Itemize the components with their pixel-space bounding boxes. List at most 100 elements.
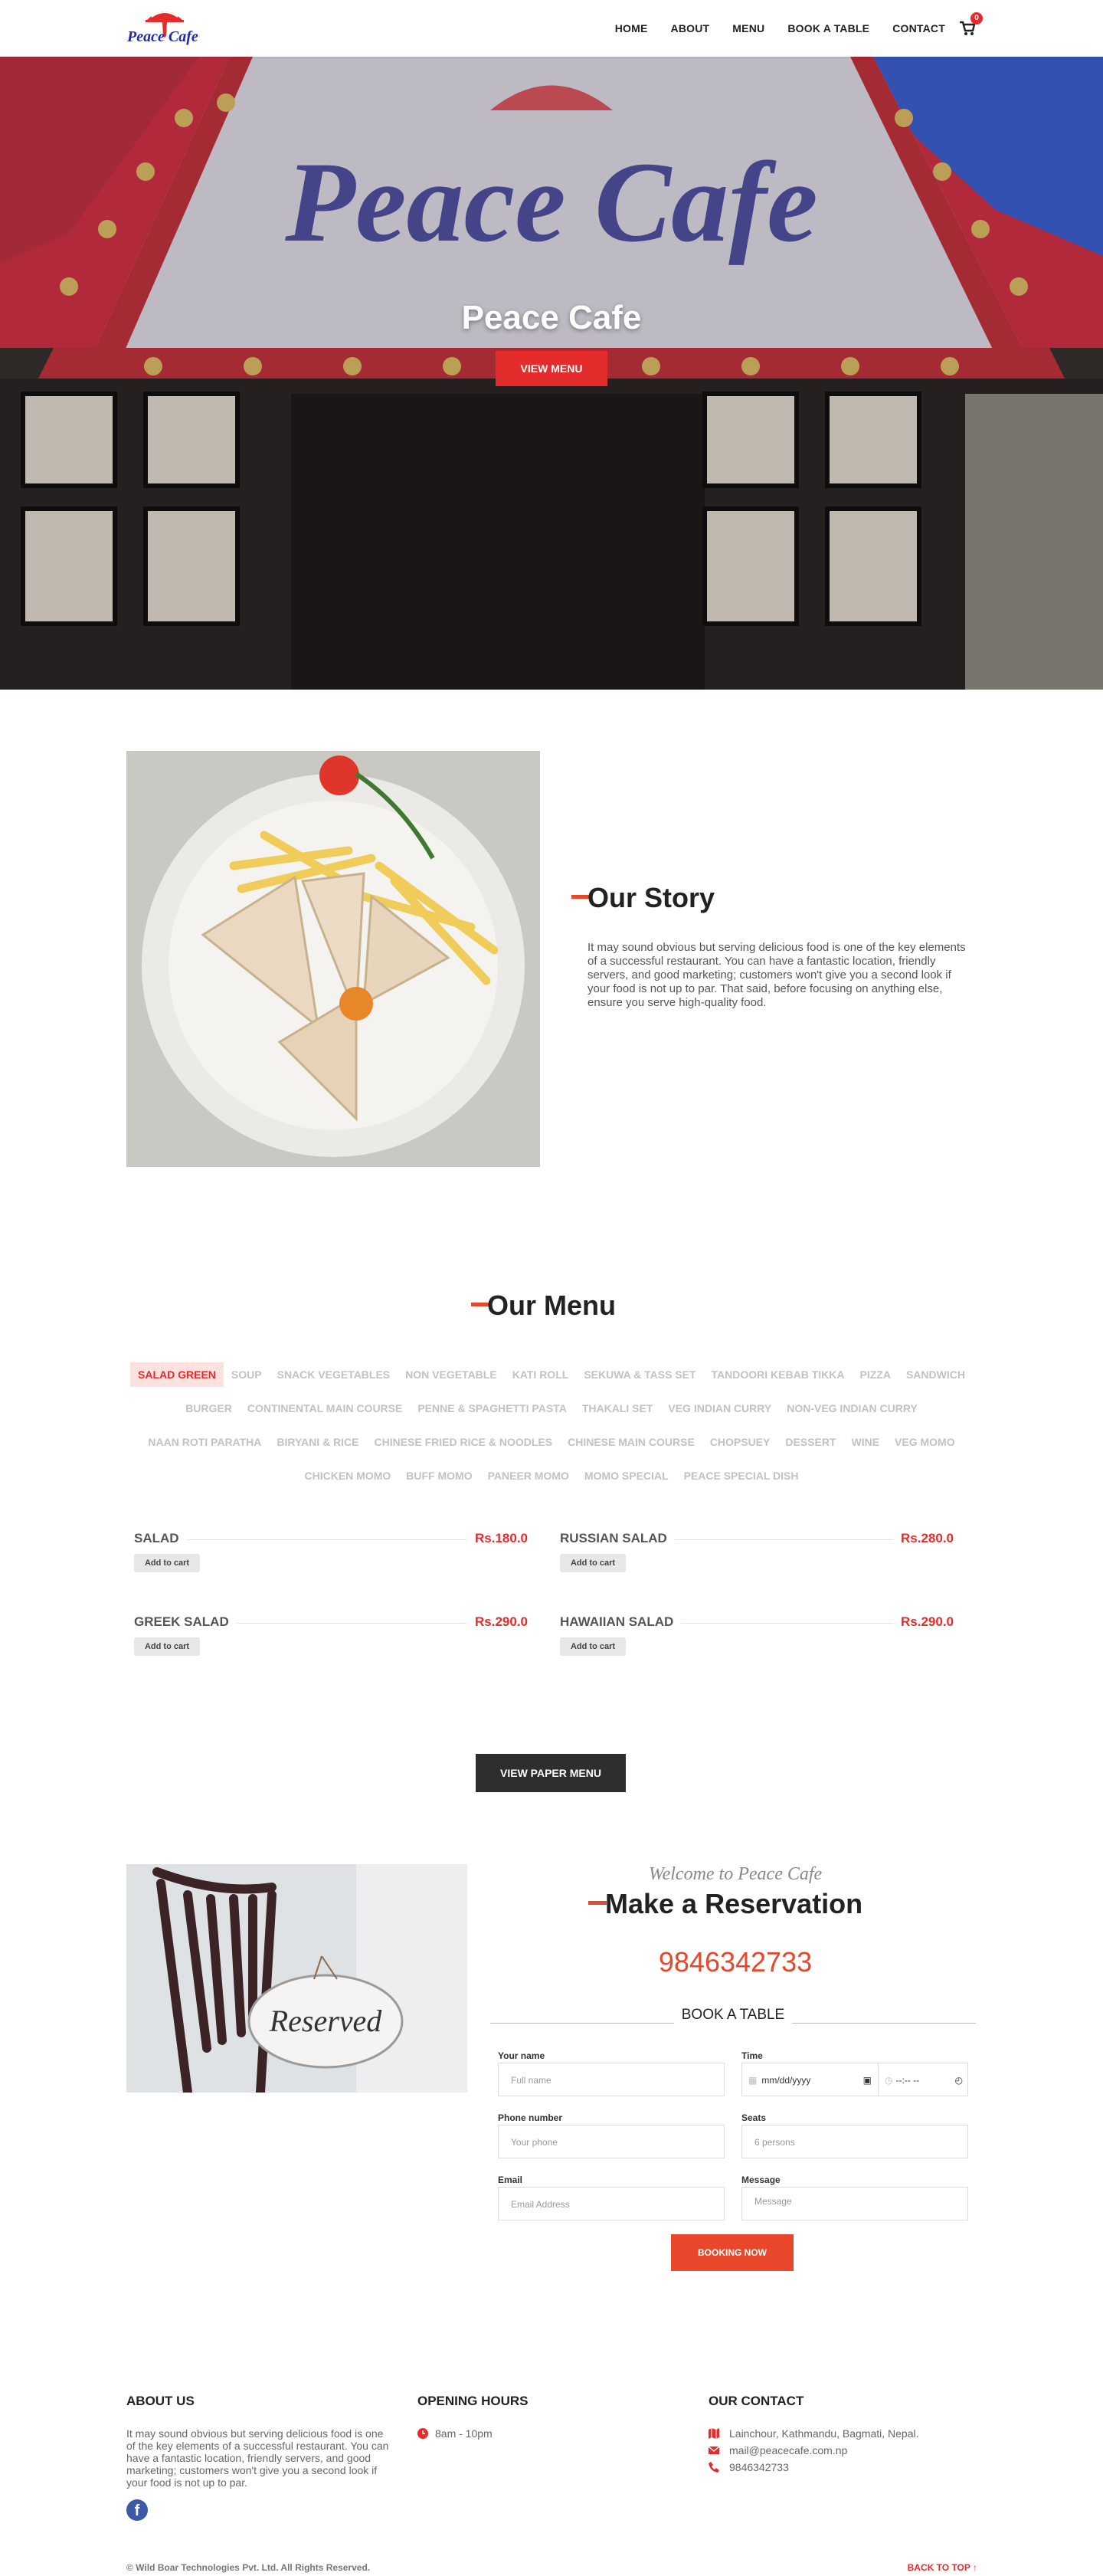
opening-hours-text: 8am - 10pm	[435, 2427, 493, 2440]
menu-category-tab[interactable]: CHINESE MAIN COURSE	[560, 1430, 702, 1454]
phone-icon	[709, 2462, 719, 2473]
date-picker-icon[interactable]: ▣	[863, 2063, 872, 2097]
item-price: Rs.280.0	[893, 1531, 954, 1546]
menu-category-tab[interactable]: PENNE & SPAGHETTI PASTA	[410, 1396, 574, 1421]
message-textarea[interactable]: Message	[741, 2187, 968, 2220]
item-name: SALAD	[134, 1531, 187, 1546]
view-paper-menu-button[interactable]: VIEW PAPER MENU	[476, 1754, 626, 1792]
story-title: Our Story	[588, 882, 715, 913]
hero-banner: Peace Cafe Peace Cafe VIEW MENU	[0, 57, 1103, 690]
menu-category-tab[interactable]: PANEER MOMO	[480, 1463, 577, 1488]
about-us-heading: ABOUT US	[126, 2394, 195, 2408]
item-name: HAWAIIAN SALAD	[560, 1614, 682, 1630]
add-to-cart-button[interactable]: Add to cart	[134, 1637, 200, 1656]
item-price: Rs.290.0	[893, 1614, 954, 1630]
about-us-text: It may sound obvious but serving delicio…	[126, 2427, 389, 2489]
book-a-table-heading: BOOK A TABLE	[674, 2007, 792, 2024]
item-price: Rs.180.0	[467, 1531, 528, 1546]
story-text: It may sound obvious but serving delicio…	[588, 941, 966, 1009]
welcome-text: Welcome to Peace Cafe	[648, 1864, 823, 1884]
seats-input[interactable]: 6 persons	[741, 2125, 968, 2158]
contact-email[interactable]: mail@peacecafe.com.np	[729, 2444, 847, 2456]
calendar-icon: ▦	[748, 2075, 758, 2086]
menu-category-tab[interactable]: CONTINENTAL MAIN COURSE	[240, 1396, 410, 1421]
facebook-icon[interactable]: f	[126, 2499, 148, 2521]
menu-item: SALAD Rs.180.0 Add to cart	[134, 1531, 528, 1577]
reserved-chair-image: Reserved	[126, 1864, 467, 2093]
menu-category-tab[interactable]: BURGER	[178, 1396, 240, 1421]
cart-count-badge: 0	[970, 12, 983, 25]
clock-icon	[417, 2428, 428, 2439]
back-to-top-link[interactable]: BACK TO TOP ↑	[908, 2562, 977, 2573]
message-label: Message	[741, 2175, 781, 2185]
menu-category-tab[interactable]: PIZZA	[853, 1362, 898, 1387]
nav-contact[interactable]: CONTACT	[892, 22, 945, 34]
add-to-cart-button[interactable]: Add to cart	[560, 1637, 626, 1656]
envelope-icon	[709, 2446, 719, 2454]
map-icon	[709, 2428, 719, 2439]
menu-category-tab[interactable]: TANDOORI KEBAB TIKKA	[704, 1362, 853, 1387]
menu-category-tab[interactable]: THAKALI SET	[574, 1396, 661, 1421]
main-nav: HOME ABOUT MENU BOOK A TABLE CONTACT 0	[592, 0, 983, 57]
menu-category-tab[interactable]: SNACK VEGETABLES	[270, 1362, 398, 1387]
menu-category-tab[interactable]: SOUP	[224, 1362, 270, 1387]
clock-icon: ◷	[885, 2075, 893, 2086]
menu-category-tab[interactable]: WINE	[843, 1430, 887, 1454]
menu-category-tab[interactable]: CHICKEN MOMO	[297, 1463, 399, 1488]
item-name: GREEK SALAD	[134, 1614, 237, 1630]
email-input[interactable]: Email Address	[498, 2187, 725, 2220]
cart-button[interactable]: 0	[959, 12, 983, 37]
copyright-text: © Wild Boar Technologies Pvt. Ltd. All R…	[126, 2562, 371, 2573]
nav-book-a-table[interactable]: BOOK A TABLE	[787, 22, 869, 34]
menu-item: HAWAIIAN SALAD Rs.290.0 Add to cart	[560, 1614, 954, 1660]
contact-address: Lainchour, Kathmandu, Bagmati, Nepal.	[729, 2427, 919, 2440]
nav-about[interactable]: ABOUT	[671, 22, 710, 34]
time-input[interactable]: ◷ --:-- -- ◴	[879, 2063, 967, 2096]
logo-text: Peace Cafe	[126, 28, 198, 45]
reservation-title-accent	[588, 1901, 607, 1905]
logo-graphic: Peace Cafe	[126, 11, 198, 45]
menu-item: RUSSIAN SALAD Rs.280.0 Add to cart	[560, 1531, 954, 1577]
menu-category-tab[interactable]: NON VEGETABLE	[398, 1362, 505, 1387]
menu-category-tab[interactable]: CHOPSUEY	[702, 1430, 778, 1454]
time-picker-icon[interactable]: ◴	[955, 2063, 963, 2097]
menu-category-tab[interactable]: VEG MOMO	[887, 1430, 963, 1454]
name-label: Your name	[498, 2050, 545, 2061]
menu-category-tab[interactable]: NAAN ROTI PARATHA	[140, 1430, 269, 1454]
booking-now-button[interactable]: BOOKING NOW	[671, 2234, 794, 2271]
reservation-phone[interactable]: 9846342733	[490, 1946, 980, 1978]
item-price: Rs.290.0	[467, 1614, 528, 1630]
menu-category-tab[interactable]: SALAD GREEN	[130, 1362, 224, 1387]
menu-category-tab[interactable]: SANDWICH	[898, 1362, 973, 1387]
menu-category-tab[interactable]: DESSERT	[777, 1430, 843, 1454]
view-menu-button[interactable]: VIEW MENU	[496, 351, 607, 386]
date-input[interactable]: ▦ mm/dd/yyyy ▣	[742, 2063, 879, 2096]
email-label: Email	[498, 2175, 523, 2185]
nav-menu[interactable]: MENU	[732, 22, 764, 34]
add-to-cart-button[interactable]: Add to cart	[134, 1554, 200, 1572]
menu-category-tab[interactable]: CHINESE FRIED RICE & NOODLES	[367, 1430, 561, 1454]
menu-title: Our Menu	[487, 1290, 616, 1321]
menu-category-tab[interactable]: BUFF MOMO	[398, 1463, 479, 1488]
time-label: Time	[741, 2050, 763, 2061]
menu-category-tab[interactable]: NON-VEG INDIAN CURRY	[779, 1396, 925, 1421]
menu-category-tab[interactable]: VEG INDIAN CURRY	[660, 1396, 779, 1421]
menu-category-tab[interactable]: PEACE SPECIAL DISH	[676, 1463, 807, 1488]
menu-category-tab[interactable]: KATI ROLL	[505, 1362, 577, 1387]
datetime-field: ▦ mm/dd/yyyy ▣ ◷ --:-- -- ◴	[741, 2063, 968, 2096]
reserved-sign-text: Reserved	[269, 2004, 383, 2038]
phone-input[interactable]: Your phone	[498, 2125, 725, 2158]
item-name: RUSSIAN SALAD	[560, 1531, 675, 1546]
menu-category-tab[interactable]: SEKUWA & TASS SET	[576, 1362, 703, 1387]
menu-category-tab[interactable]: BIRYANI & RICE	[269, 1430, 366, 1454]
site-header: Peace Cafe HOME ABOUT MENU BOOK A TABLE …	[0, 0, 1103, 57]
name-input[interactable]: Full name	[498, 2063, 725, 2096]
contact-phone[interactable]: 9846342733	[729, 2461, 789, 2473]
seats-label: Seats	[741, 2112, 767, 2123]
add-to-cart-button[interactable]: Add to cart	[560, 1554, 626, 1572]
nav-home[interactable]: HOME	[615, 22, 648, 34]
site-logo[interactable]: Peace Cafe	[124, 5, 205, 52]
reservation-title: Make a Reservation	[605, 1888, 863, 1919]
menu-category-tab[interactable]: MOMO SPECIAL	[577, 1463, 676, 1488]
phone-label: Phone number	[498, 2112, 563, 2123]
